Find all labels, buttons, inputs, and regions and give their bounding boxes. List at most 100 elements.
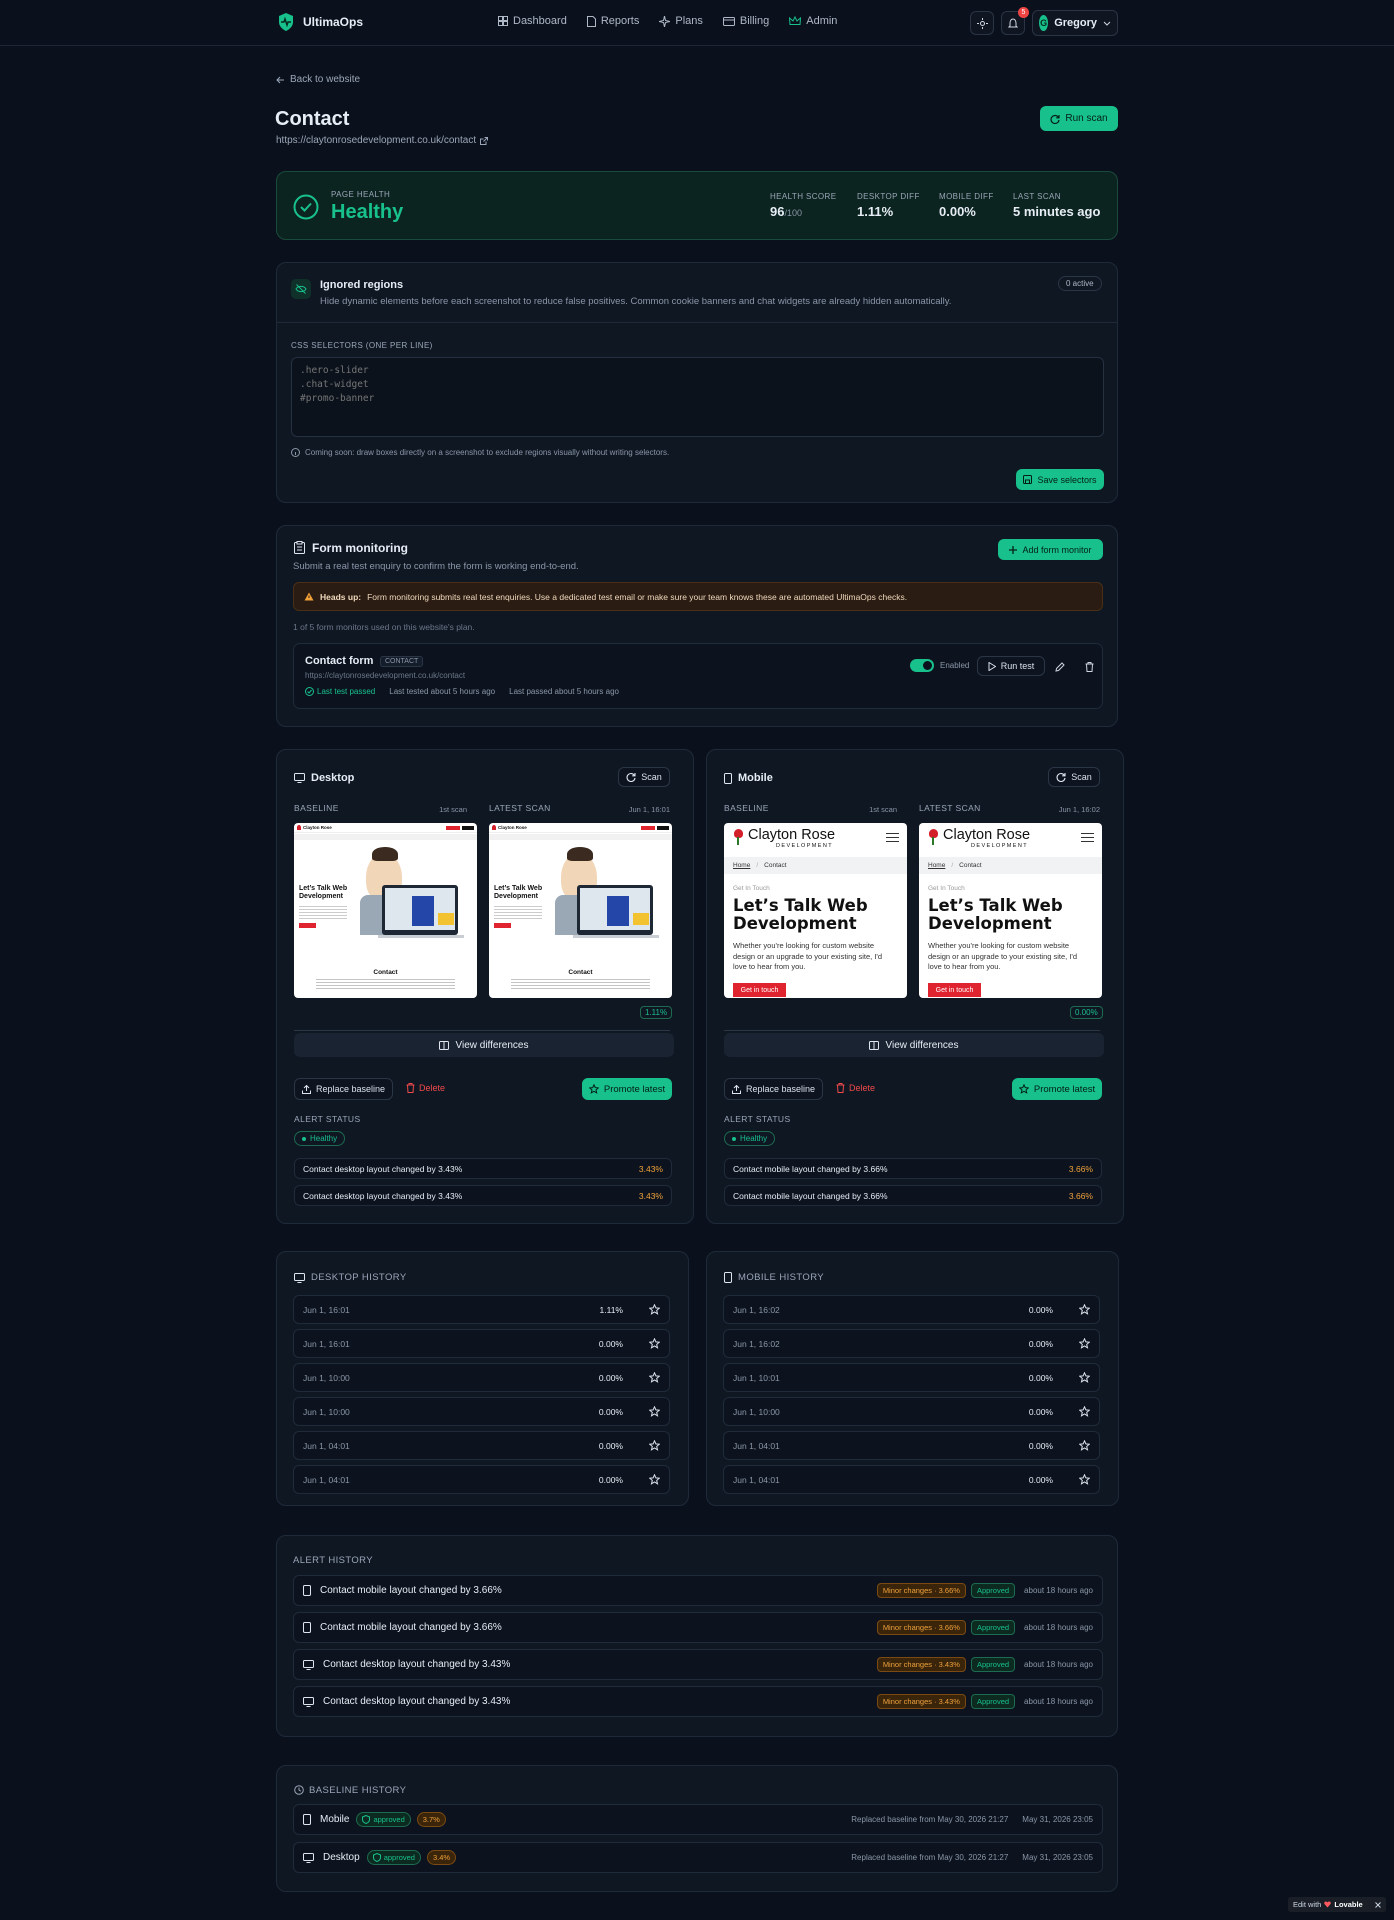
history-row[interactable]: Jun 1, 10:01 0.00% bbox=[723, 1363, 1100, 1392]
baseline-date: May 31, 2026 23:05 bbox=[1022, 1853, 1093, 1862]
shot-heading: Let’s Talk Web Development bbox=[733, 896, 868, 933]
star-icon[interactable] bbox=[649, 1406, 660, 1417]
mobile-scan-button[interactable]: Scan bbox=[1048, 767, 1100, 787]
page-url-link[interactable]: https://claytonrosedevelopment.co.uk/con… bbox=[276, 135, 489, 146]
nav-plans[interactable]: Plans bbox=[659, 15, 703, 27]
baseline-label: BASELINE bbox=[294, 803, 339, 813]
notifications-button[interactable]: 5 bbox=[1001, 7, 1029, 35]
alert-history-row[interactable]: Contact desktop layout changed by 3.43% … bbox=[293, 1649, 1103, 1680]
health-score-label: HEALTH SCORE bbox=[770, 192, 837, 201]
sparkle-icon bbox=[659, 15, 671, 27]
history-row[interactable]: Jun 1, 10:00 0.00% bbox=[293, 1363, 670, 1392]
history-row[interactable]: Jun 1, 04:01 0.00% bbox=[723, 1431, 1100, 1460]
history-row[interactable]: Jun 1, 04:01 0.00% bbox=[293, 1431, 670, 1460]
shot-cta: Get in touch bbox=[928, 983, 981, 997]
back-link[interactable]: Back to website bbox=[276, 74, 360, 85]
alert-status-value: Healthy bbox=[310, 1134, 338, 1143]
mobile-diff-value: 0.00% bbox=[939, 204, 976, 219]
star-icon[interactable] bbox=[649, 1338, 660, 1349]
view-differences-button[interactable]: View differences bbox=[294, 1033, 674, 1057]
star-icon[interactable] bbox=[649, 1304, 660, 1315]
trash-icon bbox=[836, 1083, 845, 1093]
history-row[interactable]: Jun 1, 04:01 0.00% bbox=[723, 1465, 1100, 1494]
history-row[interactable]: Jun 1, 16:02 0.00% bbox=[723, 1329, 1100, 1358]
history-row[interactable]: Jun 1, 16:01 0.00% bbox=[293, 1329, 670, 1358]
close-icon[interactable] bbox=[1375, 1901, 1381, 1908]
star-icon[interactable] bbox=[1079, 1440, 1090, 1451]
shield-logo-icon bbox=[277, 12, 295, 32]
add-form-monitor-button[interactable]: Add form monitor bbox=[998, 539, 1103, 560]
diff-icon bbox=[869, 1040, 880, 1050]
star-icon[interactable] bbox=[649, 1372, 660, 1383]
desktop-scan-button[interactable]: Scan bbox=[618, 767, 670, 787]
baseline-replaced-text: Replaced baseline from May 30, 2026 21:2… bbox=[851, 1853, 1009, 1862]
star-icon[interactable] bbox=[1079, 1372, 1090, 1383]
history-date: Jun 1, 10:00 bbox=[303, 1406, 350, 1417]
alert-history-row[interactable]: Contact desktop layout changed by 3.43% … bbox=[293, 1686, 1103, 1717]
star-icon[interactable] bbox=[649, 1474, 660, 1485]
alert-value: 3.43% bbox=[638, 1190, 663, 1201]
app-logo[interactable]: UltimaOps bbox=[277, 12, 363, 32]
replace-baseline-button[interactable]: Replace baseline bbox=[724, 1078, 823, 1100]
mobile-baseline-screenshot[interactable]: Clayton Rose DEVELOPMENT Home / Contact … bbox=[724, 823, 907, 998]
status-dot bbox=[732, 1136, 736, 1141]
form-monitor-name: Contact form bbox=[305, 655, 374, 667]
edit-with-lovable-badge[interactable]: Edit with Lovable bbox=[1288, 1897, 1386, 1912]
refresh-icon bbox=[1050, 114, 1060, 124]
mobile-latest-screenshot[interactable]: Clayton Rose DEVELOPMENT Home / Contact … bbox=[919, 823, 1102, 998]
baseline-label: BASELINE bbox=[724, 803, 769, 813]
star-icon[interactable] bbox=[1079, 1338, 1090, 1349]
theme-toggle-button[interactable] bbox=[970, 11, 994, 35]
monitor-icon bbox=[294, 773, 305, 783]
delete-baseline-button[interactable]: Delete bbox=[836, 1083, 875, 1093]
delete-label: Delete bbox=[849, 1083, 876, 1093]
run-test-button[interactable]: Run test bbox=[977, 656, 1045, 676]
eye-off-icon bbox=[291, 279, 311, 299]
history-date: Jun 1, 04:01 bbox=[303, 1474, 350, 1485]
history-row[interactable]: Jun 1, 10:00 0.00% bbox=[723, 1397, 1100, 1426]
user-menu[interactable]: G Gregory bbox=[1032, 10, 1118, 36]
promote-latest-button[interactable]: Promote latest bbox=[1012, 1078, 1102, 1100]
css-selectors-input[interactable] bbox=[291, 357, 1104, 437]
replace-baseline-button[interactable]: Replace baseline bbox=[294, 1078, 393, 1100]
history-diff-value: 0.00% bbox=[1028, 1304, 1053, 1315]
promote-latest-button[interactable]: Promote latest bbox=[582, 1078, 672, 1100]
star-icon[interactable] bbox=[1079, 1304, 1090, 1315]
alert-history-row[interactable]: Contact mobile layout changed by 3.66% M… bbox=[293, 1612, 1103, 1643]
nav-billing[interactable]: Billing bbox=[722, 15, 769, 27]
history-row[interactable]: Jun 1, 16:01 1.11% bbox=[293, 1295, 670, 1324]
form-monitor-status-row: Last test passed Last tested about 5 hou… bbox=[305, 687, 619, 696]
star-icon[interactable] bbox=[649, 1440, 660, 1451]
alert-history-row[interactable]: Contact mobile layout changed by 3.66% M… bbox=[293, 1575, 1103, 1606]
history-row[interactable]: Jun 1, 16:02 0.00% bbox=[723, 1295, 1100, 1324]
history-diff-value: 0.00% bbox=[598, 1338, 623, 1349]
pencil-icon bbox=[1054, 661, 1065, 672]
save-selectors-button[interactable]: Save selectors bbox=[1016, 469, 1104, 490]
baseline-diff-badge: 3.4% bbox=[426, 1850, 457, 1865]
diff-percent-badge: 1.11% bbox=[640, 1006, 673, 1019]
history-clock-icon bbox=[294, 1785, 304, 1795]
edit-button[interactable] bbox=[1051, 658, 1068, 675]
bell-icon bbox=[1008, 17, 1018, 29]
desktop-baseline-screenshot[interactable]: Clayton Rose Let’s Talk Web Development … bbox=[294, 823, 477, 998]
star-icon bbox=[588, 1084, 599, 1094]
history-diff-value: 0.00% bbox=[1028, 1440, 1053, 1451]
history-row[interactable]: Jun 1, 10:00 0.00% bbox=[293, 1397, 670, 1426]
nav-dashboard[interactable]: Dashboard bbox=[498, 15, 567, 27]
health-status: Healthy bbox=[331, 201, 404, 223]
run-scan-button[interactable]: Run scan bbox=[1040, 106, 1118, 131]
enabled-toggle[interactable] bbox=[910, 659, 934, 672]
star-icon[interactable] bbox=[1079, 1474, 1090, 1485]
history-diff-value: 0.00% bbox=[1028, 1474, 1053, 1485]
alert-history-text: Contact desktop layout changed by 3.43% bbox=[323, 1696, 511, 1707]
delete-monitor-button[interactable] bbox=[1081, 658, 1098, 675]
check-circle-icon bbox=[293, 194, 319, 220]
nav-reports[interactable]: Reports bbox=[586, 15, 639, 27]
view-differences-button[interactable]: View differences bbox=[724, 1033, 1104, 1057]
nav-admin[interactable]: Admin bbox=[789, 15, 837, 27]
desktop-latest-screenshot[interactable]: Clayton Rose Let’s Talk Web Development … bbox=[489, 823, 672, 998]
star-icon[interactable] bbox=[1079, 1406, 1090, 1417]
delete-baseline-button[interactable]: Delete bbox=[406, 1083, 445, 1093]
history-row[interactable]: Jun 1, 04:01 0.00% bbox=[293, 1465, 670, 1494]
last-tested: Last tested about 5 hours ago bbox=[389, 687, 496, 696]
